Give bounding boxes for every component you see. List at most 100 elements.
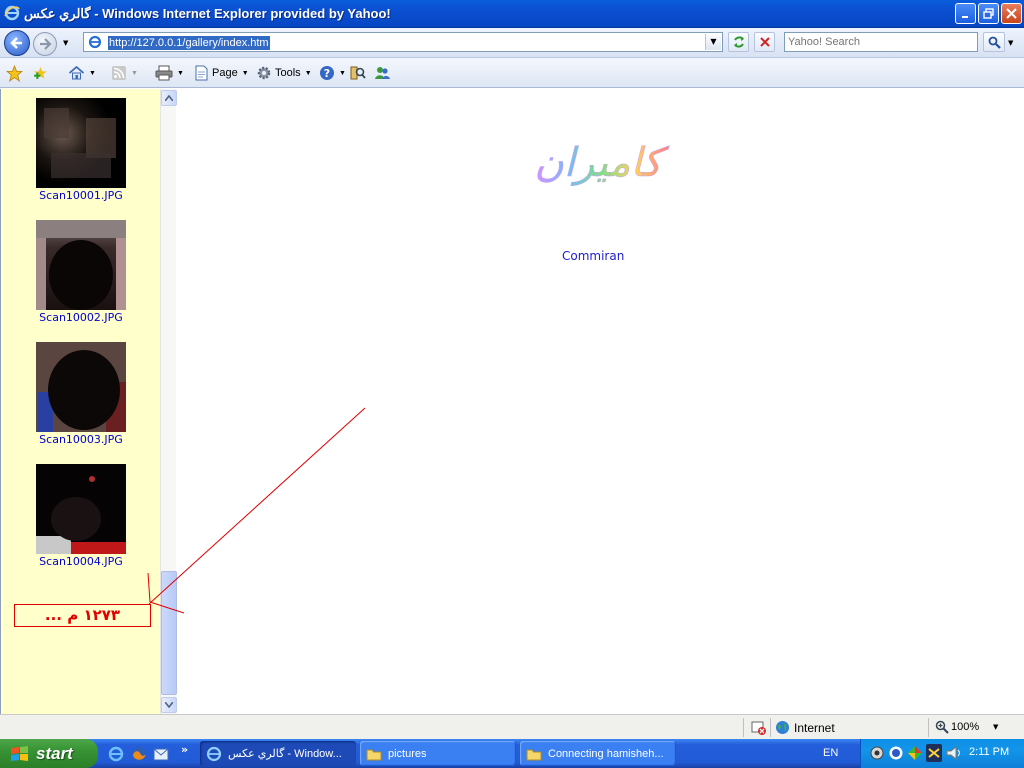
folder-icon [366,749,382,760]
rss-feed-icon [112,66,126,80]
zoom-dropdown-icon[interactable]: ▼ [993,723,998,731]
scroll-up-arrow-icon [165,95,173,101]
quicklaunch-ie-icon[interactable] [108,746,124,765]
minimize-icon [961,15,968,18]
tray-colorful-app-icon[interactable] [907,745,923,764]
window-titlebar[interactable]: گالري عكس - Windows Internet Explorer pr… [0,0,1024,28]
system-tray: 2:11 PM [860,739,1024,768]
start-button[interactable]: start [0,739,98,768]
internet-zone-globe-icon [775,720,790,738]
thumbnail-image[interactable] [36,98,126,188]
task-label: pictures [388,747,427,760]
tray-network-icon[interactable] [869,745,885,764]
search-box[interactable] [784,32,978,52]
quicklaunch-more-icon[interactable]: » [181,743,188,756]
thumbnail-image[interactable] [36,464,126,554]
home-button[interactable]: ▼ [68,64,96,82]
page-ie-icon [88,35,102,52]
tools-menu[interactable]: Tools ▼ [256,64,312,82]
zoom-level[interactable]: 100% [951,721,979,733]
back-arrow-icon [10,37,22,49]
browser-content: Scan10001.JPG Scan10002.JPG Scan10003.JP… [0,89,1024,714]
ie-task-icon [206,746,222,761]
blocked-popup-icon[interactable] [751,720,767,739]
scroll-up-button[interactable] [161,90,177,106]
stop-button[interactable] [754,32,775,52]
printer-icon [155,65,173,81]
scrollbar-thumb[interactable] [161,571,177,695]
thumbnail-image[interactable] [36,342,126,432]
thumbnail-image[interactable] [36,220,126,310]
forward-arrow-icon [40,38,52,50]
thumbnail-label[interactable]: Scan10002.JPG [2,311,160,324]
task-label: Connecting hamisheh... [548,747,664,760]
back-button[interactable] [4,30,30,56]
tools-menu-label: Tools [275,67,301,79]
folder-icon [526,749,542,760]
tray-messenger-icon[interactable] [888,745,904,764]
home-icon [68,65,85,80]
windows-taskbar: start » گالري عكس - Window... pictures C… [0,739,1024,768]
thumbnail-label[interactable]: Scan10004.JPG [2,555,160,568]
restore-button[interactable] [978,3,999,24]
vertical-scrollbar[interactable] [160,89,177,714]
navigation-bar: ▼ http://127.0.0.1/gallery/index.htm ▼ ▼ [0,28,1024,58]
address-bar[interactable]: http://127.0.0.1/gallery/index.htm ▼ [83,32,723,52]
recent-pages-chevron-icon[interactable]: ▼ [63,39,68,47]
thumbnail-label[interactable]: Scan10003.JPG [2,433,160,446]
help-question-icon: ? [320,66,334,80]
address-dropdown-icon[interactable]: ▼ [705,34,721,50]
gallery-main-frame: كاميران Commiran [177,89,1024,714]
logo-text: كاميران [534,140,669,186]
refresh-icon [733,36,744,48]
site-logo: كاميران [534,140,670,187]
help-button[interactable]: ? ▼ [319,64,346,82]
page-icon [195,65,208,81]
gear-icon [257,66,271,80]
language-indicator[interactable]: EN [823,747,838,759]
svg-text:?: ? [324,67,330,80]
forward-button[interactable] [33,32,57,56]
print-button[interactable]: ▼ [155,64,184,82]
task-label: گالري عكس - Window... [228,748,342,760]
tray-xear-icon[interactable] [925,743,943,766]
address-url: http://127.0.0.1/gallery/index.htm [108,36,270,50]
start-label: start [36,743,73,763]
scroll-down-button[interactable] [161,697,177,713]
add-favorite-icon[interactable] [32,64,49,82]
scroll-down-arrow-icon [165,702,173,708]
ie-logo-icon [4,5,20,24]
taskbar-task[interactable]: pictures [360,741,516,766]
commiran-link[interactable]: Commiran [562,249,624,263]
refresh-button[interactable] [728,32,749,52]
quicklaunch-firefox-icon[interactable] [131,746,147,765]
tray-volume-icon[interactable] [946,745,962,763]
window-title: گالري عكس - Windows Internet Explorer pr… [24,6,391,21]
taskbar-task[interactable]: گالري عكس - Window... [200,741,356,766]
feeds-button[interactable]: ▼ [111,64,138,82]
search-go-button[interactable] [983,32,1005,52]
search-options-chevron-icon[interactable]: ▼ [1008,39,1013,47]
handwritten-counter: ۱۲۷۳ م ... [14,604,151,627]
restore-icon [983,8,994,19]
clock: 2:11 PM [969,746,1010,758]
messenger-icon[interactable] [374,64,391,82]
security-zone-label: Internet [794,721,835,735]
page-menu-label: Page [212,67,238,79]
favorites-star-icon[interactable] [6,64,23,82]
magnifier-icon [988,36,1001,49]
quicklaunch-outlook-icon[interactable] [153,746,169,765]
zoom-magnifier-icon[interactable] [935,720,949,737]
close-button[interactable] [1001,3,1022,24]
stop-x-icon [759,37,770,47]
status-bar: Internet 100% ▼ [0,714,1024,739]
research-icon[interactable] [349,64,366,82]
search-input[interactable] [788,34,974,50]
windows-flag-icon [11,745,28,761]
minimize-button[interactable] [955,3,976,24]
gallery-thumbnail-frame: Scan10001.JPG Scan10002.JPG Scan10003.JP… [2,89,160,714]
close-icon [1006,8,1017,19]
taskbar-task[interactable]: Connecting hamisheh... [520,741,676,766]
page-menu[interactable]: Page ▼ [194,64,249,82]
thumbnail-label[interactable]: Scan10001.JPG [2,189,160,202]
